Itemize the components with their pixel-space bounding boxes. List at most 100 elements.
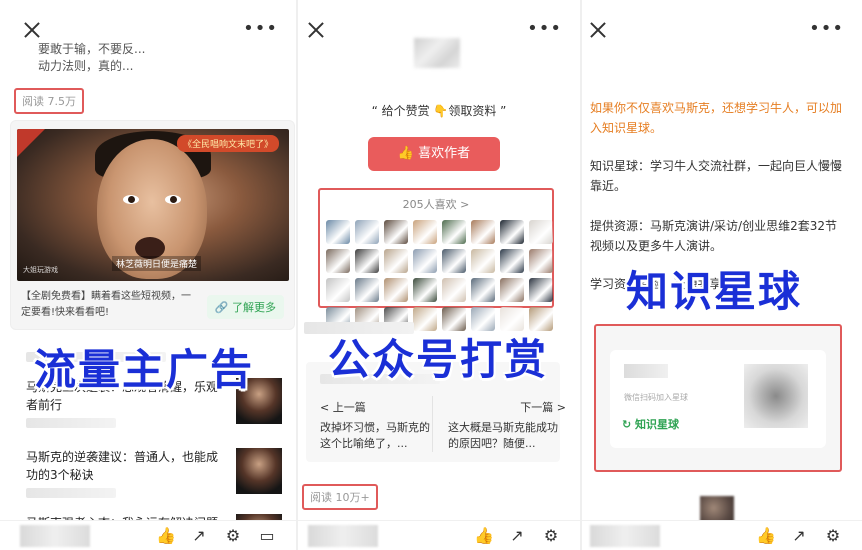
liker-avatar[interactable] <box>442 220 466 244</box>
reward-slogan: “ 给个赞赏 👇领取资料 ” <box>371 104 507 118</box>
more-icon[interactable]: ••• <box>527 20 562 38</box>
article-title: 马斯克的逆袭建议：普通人，也能成功的3个秘诀 <box>26 450 219 482</box>
liker-avatar[interactable] <box>500 249 524 273</box>
close-icon[interactable] <box>308 22 324 38</box>
liker-avatar[interactable] <box>529 220 553 244</box>
share-icon[interactable]: ↗ <box>190 526 208 545</box>
next-label: 下一篇 > <box>520 401 566 414</box>
liker-avatar[interactable] <box>529 278 553 302</box>
comment-icon[interactable]: ▭ <box>258 526 276 545</box>
link-icon: 🔗 <box>214 301 232 314</box>
liker-avatar[interactable] <box>384 278 408 302</box>
share-icon[interactable]: ↗ <box>508 526 526 545</box>
liker-avatar[interactable] <box>442 249 466 273</box>
panel-traffic-ads: ••• 要敢于输，不要反...动力法则，真的... 阅读 7.5万 《全民唱响文… <box>0 0 296 550</box>
likers-box: 205人喜欢 > <box>318 188 554 331</box>
settings-icon[interactable]: ⚙ <box>224 526 242 545</box>
settings-icon[interactable]: ⚙ <box>542 526 560 545</box>
thumb-up-icon: 👍 <box>397 146 419 161</box>
liker-avatar[interactable] <box>384 220 408 244</box>
qr-code <box>744 364 808 428</box>
liker-avatar[interactable] <box>413 249 437 273</box>
next-text: 这大概是马斯克能成功的原因吧？随便... <box>448 421 558 450</box>
planet-tag: ↻ 知识星球 <box>622 418 680 431</box>
prev-text: 改掉坏习惯，马斯克的这个比喻绝了，... <box>320 421 430 450</box>
bottom-bar: 👍 ↗ ⚙ ▭ <box>0 520 296 550</box>
liker-avatar[interactable] <box>500 220 524 244</box>
thumb-up-icon[interactable]: 👍 <box>756 526 776 545</box>
liker-avatar[interactable] <box>326 278 350 302</box>
likers-grid <box>326 220 553 331</box>
ad-logo: 大姐玩游戏 <box>23 266 58 274</box>
panel-reward: ••• “ 给个赞赏 👇领取资料 ” 👍 喜欢作者 205人喜欢 > < 上一篇… <box>298 0 580 550</box>
planet-logo-icon: ↻ <box>622 418 636 431</box>
blurred-author <box>308 525 378 547</box>
prev-article[interactable]: < 上一篇 改掉坏习惯，马斯克的这个比喻绝了，... <box>320 400 438 452</box>
bottom-bar: 👍 ↗ ⚙ <box>298 520 580 550</box>
likes-count[interactable]: 205人喜欢 > <box>320 196 552 212</box>
liker-avatar[interactable] <box>471 278 495 302</box>
planet-card-highlight: 微信扫码加入星球 ↻ 知识星球 <box>594 324 842 472</box>
like-author-button[interactable]: 👍 喜欢作者 <box>368 137 500 171</box>
blurred-meta <box>26 418 116 428</box>
read-count: 阅读 7.5万 <box>14 88 84 114</box>
ad-eye <box>123 195 139 204</box>
planet-card[interactable]: 微信扫码加入星球 ↻ 知识星球 <box>610 350 826 448</box>
liker-avatar[interactable] <box>442 278 466 302</box>
blurred-planet-name <box>624 364 668 378</box>
more-icon[interactable]: ••• <box>243 20 278 38</box>
liker-avatar[interactable] <box>326 220 350 244</box>
ad-card[interactable]: 《全民唱响文末吧了》 林芝薇明日便是痛楚 大姐玩游戏 【全剧免费看】瞒着看这些短… <box>10 120 295 330</box>
liker-avatar[interactable] <box>471 249 495 273</box>
overlay-label: 知识星球 <box>626 267 803 316</box>
overlay-label: 公众号打赏 <box>328 335 549 384</box>
share-icon[interactable]: ↗ <box>790 526 808 545</box>
ad-text: 【全剧免费看】瞒着看这些短视频，一定要看!快来看看吧! <box>21 291 191 318</box>
read-count: 阅读 10万+ <box>302 484 378 510</box>
thumb-up-icon[interactable]: 👍 <box>156 526 176 545</box>
previous-titles: 要敢于输，不要反...动力法则，真的... <box>38 40 296 74</box>
settings-icon[interactable]: ⚙ <box>824 526 842 545</box>
panel-knowledge-planet: ••• 如果你不仅喜欢马斯克，还想学习牛人，可以加入知识星球。 知识星球：学习牛… <box>582 0 862 550</box>
next-article[interactable]: 下一篇 > 这大概是马斯克能成功的原因吧？随便... <box>448 400 566 452</box>
liker-avatar[interactable] <box>471 220 495 244</box>
bottom-bar: 👍 ↗ ⚙ <box>582 520 862 550</box>
top-bar: ••• <box>582 0 862 60</box>
learn-more-button[interactable]: 🔗 了解更多 <box>206 295 284 319</box>
like-author-label: 喜欢作者 <box>418 146 471 161</box>
ad-corner-badge <box>17 129 45 157</box>
blurred-qr <box>414 38 460 68</box>
blurred-author <box>20 525 90 547</box>
overlay-label: 流量主广告 <box>34 345 255 394</box>
scan-hint: 微信扫码加入星球 <box>624 393 688 402</box>
liker-avatar[interactable] <box>355 278 379 302</box>
liker-avatar[interactable] <box>500 278 524 302</box>
liker-avatar[interactable] <box>355 249 379 273</box>
liker-avatar[interactable] <box>413 220 437 244</box>
liker-avatar[interactable] <box>413 278 437 302</box>
article-thumbnail <box>236 448 282 494</box>
prev-title[interactable]: 要敢于输，不要反... <box>38 40 145 57</box>
more-icon[interactable]: ••• <box>809 20 844 38</box>
liker-avatar[interactable] <box>355 220 379 244</box>
planet-paragraph: 知识星球：学习牛人交流社群，一起向巨人慢慢靠近。 <box>590 159 843 193</box>
list-item[interactable]: 马斯克的逆袭建议：普通人，也能成功的3个秘诀 <box>26 448 282 498</box>
ad-subtitle: 林芝薇明日便是痛楚 <box>112 256 202 271</box>
ad-banner: 《全民唱响文末吧了》 <box>176 135 279 152</box>
liker-avatar[interactable] <box>326 249 350 273</box>
ad-eye <box>165 195 181 204</box>
intro-paragraph: 如果你不仅喜欢马斯克，还想学习牛人，可以加入知识星球。 <box>590 101 843 135</box>
liker-avatar[interactable] <box>529 249 553 273</box>
nav-divider <box>432 396 433 452</box>
ad-image[interactable]: 《全民唱响文末吧了》 林芝薇明日便是痛楚 大姐玩游戏 <box>17 129 289 281</box>
prev-label: < 上一篇 <box>320 401 366 414</box>
thumb-up-icon[interactable]: 👍 <box>474 526 494 545</box>
blurred-meta <box>26 488 116 498</box>
close-icon[interactable] <box>24 22 40 38</box>
close-icon[interactable] <box>590 22 606 38</box>
resources-paragraph: 提供资源：马斯克演讲/采访/创业思维2套32节视频以及更多牛人演讲。 <box>590 219 837 253</box>
blurred-author <box>590 525 660 547</box>
liker-avatar[interactable] <box>384 249 408 273</box>
prev-title[interactable]: 动力法则，真的... <box>38 57 133 74</box>
learn-more-label: 了解更多 <box>232 301 276 314</box>
